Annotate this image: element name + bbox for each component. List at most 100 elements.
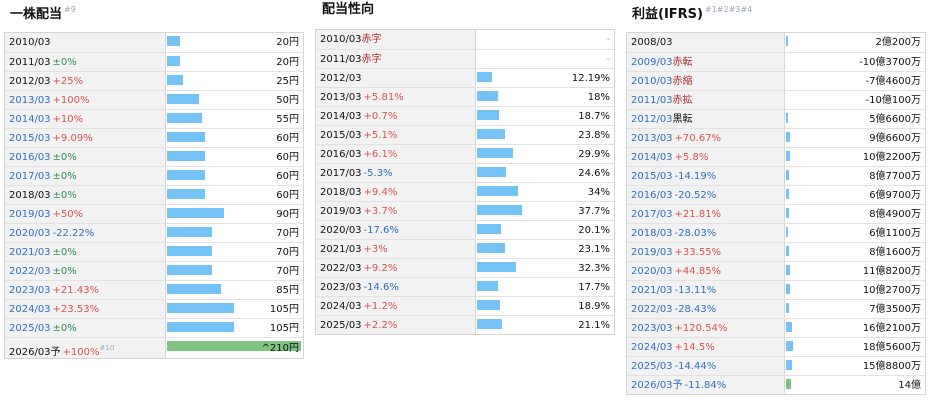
period-label[interactable]: 2013/03 (9, 95, 51, 106)
row-footnote[interactable]: #10 (100, 344, 115, 352)
period-label: 2026/03予 (9, 347, 61, 358)
table-row: 2020/03 -17.6% 20.1% (316, 220, 614, 239)
bar-cell: 32.3% (477, 259, 614, 277)
period-label[interactable]: 2020/03 (9, 228, 51, 239)
change-percent: -22.22% (52, 228, 95, 239)
period-label[interactable]: 2020/03 (631, 266, 673, 277)
period-label[interactable]: 2026/03予 (631, 380, 683, 391)
row-label: 2014/03 +5.8% (627, 148, 785, 166)
period-label[interactable]: 2023/03 (9, 285, 51, 296)
profit-footnote[interactable]: #1#2#3#4 (705, 5, 752, 14)
value-text: 11億8200万 (862, 266, 921, 277)
bar-cell: -7億4600万 (786, 72, 925, 90)
period-label[interactable]: 2016/03 (631, 190, 673, 201)
table-row: 2009/03赤転 -10億3700万 (627, 52, 925, 71)
row-label: 2015/03 +9.09% (5, 129, 166, 147)
period-label[interactable]: 2014/03 (631, 152, 673, 163)
period-label[interactable]: 2011/03 (631, 95, 673, 106)
period-label: 2013/03 (320, 92, 362, 103)
table-row: 2020/03 -22.22% 70円 (5, 223, 303, 242)
row-label: 2025/03 ±0% (5, 319, 166, 337)
period-label[interactable]: 2013/03 (631, 133, 673, 144)
value-text: 18億5600万 (862, 342, 921, 353)
period-label[interactable]: 2015/03 (631, 171, 673, 182)
period-label[interactable]: 2015/03 (9, 133, 51, 144)
change-percent: +21.81% (674, 209, 722, 220)
value-text: - (606, 34, 610, 45)
status-note: 赤拡 (672, 95, 693, 106)
period-label: 2024/03 (320, 301, 362, 312)
status-note: 赤転 (672, 57, 693, 68)
value-bar (786, 303, 789, 313)
value-bar (477, 224, 501, 234)
period-label[interactable]: 2018/03 (631, 228, 673, 239)
row-label: 2016/03 +6.1% (316, 145, 476, 163)
value-text: 18.9% (578, 301, 610, 312)
bar-cell: 12.19% (477, 69, 614, 87)
row-label: 2018/03 +9.4% (316, 183, 476, 201)
period-label[interactable]: 2017/03 (631, 209, 673, 220)
table-row: 2024/03 +23.53% 105円 (5, 299, 303, 318)
row-label: 2010/03 (5, 33, 166, 52)
value-text: 5億6600万 (869, 114, 921, 125)
row-label: 2024/03 +23.53% (5, 300, 166, 318)
change-percent: ±0% (52, 190, 77, 201)
period-label[interactable]: 2021/03 (9, 247, 51, 258)
period-label[interactable]: 2009/03 (631, 57, 673, 68)
period-label[interactable]: 2019/03 (9, 209, 51, 220)
value-bar (477, 91, 498, 101)
value-bar (167, 132, 205, 142)
value-text: 7億3500万 (869, 304, 921, 315)
period-label: 2012/03 (9, 76, 51, 87)
value-bar (167, 36, 180, 46)
bar-cell: 55円 (167, 110, 303, 128)
change-percent: -14.6% (363, 282, 399, 293)
row-label: 2015/03 -14.19% (627, 167, 785, 185)
row-label: 2022/03 +9.2% (316, 259, 476, 277)
value-text: 60円 (276, 133, 299, 144)
table-row: 2021/03 -13.11% 10億2700万 (627, 280, 925, 299)
value-text: 60円 (276, 190, 299, 201)
value-bar (786, 227, 788, 237)
table-row: 2018/03 ±0% 60円 (5, 185, 303, 204)
period-label[interactable]: 2012/03 (631, 114, 673, 125)
period-label[interactable]: 2024/03 (631, 342, 673, 353)
change-percent: +5.1% (363, 130, 398, 141)
value-bar (786, 170, 789, 180)
period-label[interactable]: 2016/03 (9, 152, 51, 163)
status-note: 赤字 (361, 54, 382, 65)
period-label[interactable]: 2025/03 (631, 361, 673, 372)
table-row: 2016/03 +6.1% 29.9% (316, 144, 614, 163)
row-label: 2025/03 -14.44% (627, 357, 785, 375)
period-label[interactable]: 2022/03 (9, 266, 51, 277)
value-text: 16億2100万 (862, 323, 921, 334)
period-label[interactable]: 2017/03 (9, 171, 51, 182)
value-text: ^210円 (261, 343, 299, 354)
value-bar (477, 243, 505, 253)
bar-cell: 16億2100万 (786, 319, 925, 337)
dividend-panel: 一株配当 #9 (2, 0, 304, 28)
bar-cell: 23.8% (477, 126, 614, 144)
change-percent: +70.67% (674, 133, 722, 144)
period-label: 2015/03 (320, 130, 362, 141)
dividend-footnote[interactable]: #9 (64, 5, 76, 14)
value-bar (167, 246, 212, 256)
row-label: 2019/03 +3.7% (316, 202, 476, 220)
period-label[interactable]: 2021/03 (631, 285, 673, 296)
period-label[interactable]: 2023/03 (631, 323, 673, 334)
period-label[interactable]: 2024/03 (9, 304, 51, 315)
period-label[interactable]: 2010/03 (631, 76, 673, 87)
table-row: 2010/03赤縮 -7億4600万 (627, 71, 925, 90)
table-row: 2020/03 +44.85% 11億8200万 (627, 261, 925, 280)
change-percent: +10% (52, 114, 84, 125)
period-label[interactable]: 2022/03 (631, 304, 673, 315)
period-label[interactable]: 2025/03 (9, 323, 51, 334)
value-text: 17.7% (578, 282, 610, 293)
change-percent: +1.2% (363, 301, 398, 312)
period-label[interactable]: 2014/03 (9, 114, 51, 125)
value-text: 50円 (276, 95, 299, 106)
change-percent: +2.2% (363, 320, 398, 331)
period-label[interactable]: 2019/03 (631, 247, 673, 258)
value-bar (786, 113, 788, 123)
bar-cell: 20.1% (477, 221, 614, 239)
